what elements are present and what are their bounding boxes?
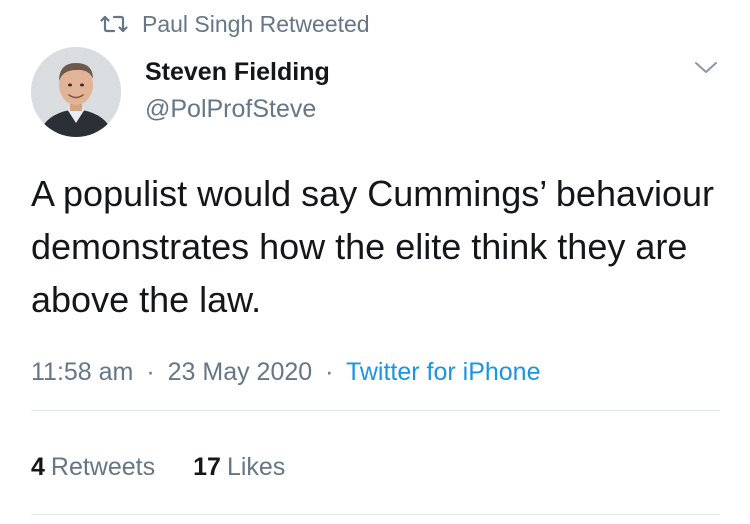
retweets-count: 4: [31, 453, 45, 481]
likes-label: Likes: [226, 453, 286, 481]
chevron-down-icon[interactable]: [693, 58, 719, 78]
retweet-text: Paul Singh Retweeted: [142, 10, 370, 37]
tweet-source-link[interactable]: Twitter for iPhone: [346, 358, 541, 386]
author-handle[interactable]: @PolProfSteve: [145, 95, 316, 124]
meta-separator: ·: [146, 358, 155, 386]
tweet-stats: 4 Retweets 17 Likes: [31, 453, 285, 482]
likes-count: 17: [193, 453, 221, 481]
divider: [31, 410, 720, 411]
tweet-meta: 11:58 am · 23 May 2020 · Twitter for iPh…: [31, 358, 540, 387]
divider: [31, 514, 720, 515]
retweet-icon: [100, 13, 128, 35]
tweet-date[interactable]: 23 May 2020: [168, 358, 313, 386]
tweet-text: A populist would say Cummings’ behaviour…: [31, 173, 715, 320]
avatar-photo: [31, 47, 121, 137]
author-display-name[interactable]: Steven Fielding: [145, 58, 330, 87]
retweet-context[interactable]: Paul Singh Retweeted: [100, 9, 370, 39]
tweet-time[interactable]: 11:58 am: [31, 358, 133, 386]
likes-stat[interactable]: 17 Likes: [193, 453, 285, 482]
meta-separator: ·: [325, 358, 334, 386]
avatar[interactable]: [31, 47, 121, 137]
retweets-stat[interactable]: 4 Retweets: [31, 453, 155, 482]
retweets-label: Retweets: [50, 453, 156, 481]
